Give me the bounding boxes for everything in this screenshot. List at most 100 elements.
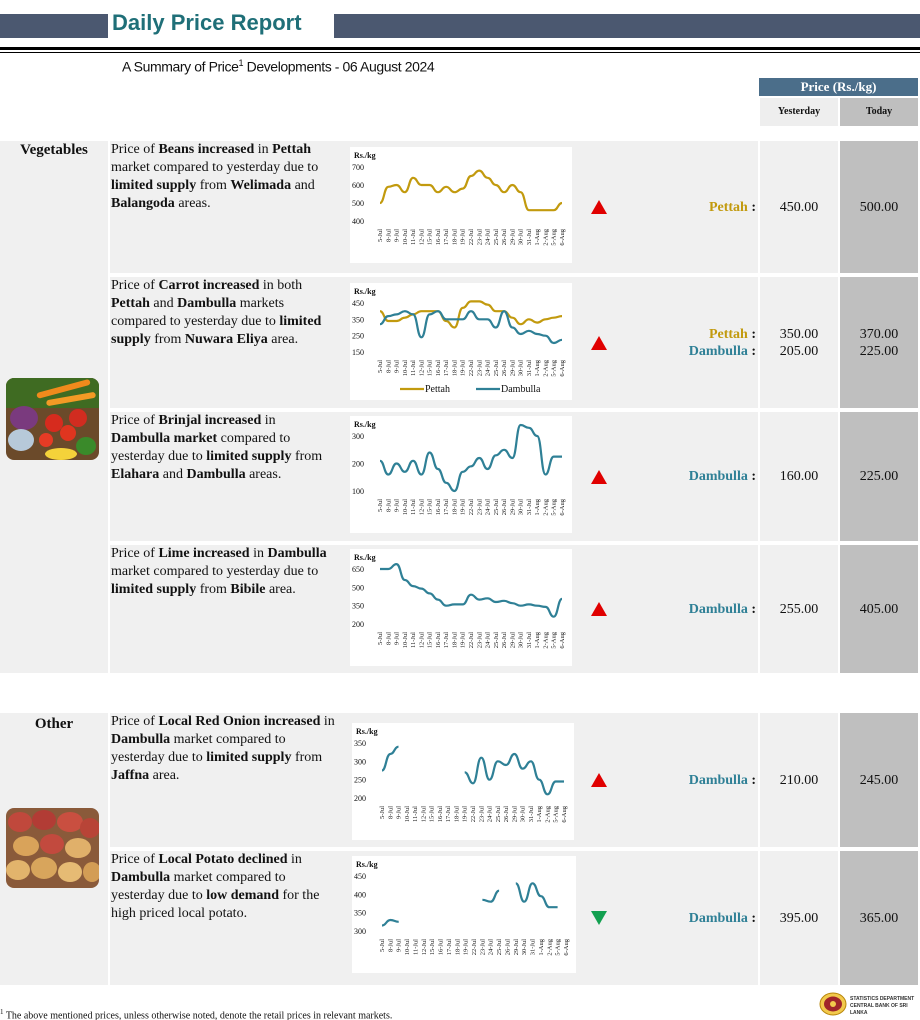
y-tick-label: 200 <box>352 460 364 469</box>
x-tick-label: 22-Jul <box>471 939 478 955</box>
x-tick-label: 6-Aug <box>559 228 566 245</box>
x-tick-label: 5-Aug <box>551 631 558 648</box>
desc-bold-text: Beans increased <box>158 142 255 157</box>
desc-bold-text: limited supply <box>111 582 197 597</box>
series-line-dambulla <box>515 882 558 909</box>
desc-bold-text: Elahara <box>111 467 160 482</box>
yesterday-cell: 350.00 205.00 <box>760 277 838 408</box>
x-tick-label: 10-Jul <box>402 499 409 515</box>
yesterday-price: 210.00 <box>779 772 819 788</box>
x-tick-label: 19-Jul <box>463 939 470 955</box>
x-tick-label: 19-Jul <box>460 499 467 515</box>
x-tick-label: 29-Jul <box>509 360 516 376</box>
y-tick-label: 350 <box>354 909 366 918</box>
x-tick-label: 18-Jul <box>451 499 458 515</box>
x-tick-label: 22-Jul <box>468 229 475 245</box>
price-column-header: Price (Rs./kg) <box>759 78 918 96</box>
x-tick-label: 2-Aug <box>542 228 549 245</box>
desc-bold-text: Nuwara Eliya <box>184 332 268 347</box>
x-tick-label: 31-Jul <box>526 229 533 245</box>
series-line-dambulla <box>482 889 500 903</box>
x-tick-label: 6-Aug <box>559 498 566 515</box>
x-tick-label: 17-Jul <box>443 632 450 648</box>
x-tick-label: 15-Jul <box>429 939 436 955</box>
desc-text: and <box>159 467 187 482</box>
line-chart: Rs./kg2002503003505-Jul 8-Jul 9-Jul 10-Jul 1… <box>354 727 568 823</box>
x-tick-label: 18-Jul <box>453 806 460 822</box>
x-tick-label: 24-Jul <box>487 806 494 822</box>
desc-text: market compared to yesterday due to <box>111 564 319 579</box>
x-tick-label: 16-Jul <box>435 632 442 648</box>
y-tick-label: 450 <box>354 872 366 881</box>
category-label-other: Other <box>34 716 74 732</box>
desc-text: in <box>261 413 276 428</box>
market-label: Dambulla <box>688 469 748 484</box>
category-label-vegetables: Vegetables <box>20 142 88 158</box>
desc-bold-text: Local Red Onion increased <box>158 714 321 729</box>
x-tick-label: 25-Jul <box>493 360 500 376</box>
y-tick-label: 350 <box>352 315 364 324</box>
y-tick-label: 250 <box>354 776 366 785</box>
price-chart: Rs./kg 100 200 300 5-Jul 8-Jul 9-Jul 10-Jul 11-J… <box>350 416 572 533</box>
x-tick-label: 24-Jul <box>485 360 492 376</box>
today-price: 225.00 <box>859 343 899 359</box>
desc-text: in <box>287 852 302 867</box>
x-tick-label: 30-Jul <box>518 229 525 245</box>
line-chart: Rs./kg1502503504505-Jul 8-Jul 9-Jul 10-Jul 1… <box>352 287 566 395</box>
x-tick-label: 8-Jul <box>385 360 392 373</box>
market-label: Dambulla <box>688 772 748 788</box>
y-axis-label: Rs./kg <box>354 420 376 429</box>
x-tick-label: 5-Jul <box>379 806 386 819</box>
x-tick-label: 29-Jul <box>509 632 516 648</box>
yesterday-price: 350.00 <box>779 326 819 342</box>
x-tick-label: 18-Jul <box>451 229 458 245</box>
series-line-pettah <box>379 300 563 329</box>
price-row: Price of Local Red Onion increased in Da… <box>110 713 758 847</box>
y-tick-label: 500 <box>352 583 364 592</box>
x-tick-label: 11-Jul <box>410 360 417 376</box>
desc-bold-text: low demand <box>206 888 279 903</box>
x-tick-label: 15-Jul <box>427 360 434 376</box>
today-price: 370.00 <box>859 326 899 342</box>
x-tick-label: 22-Jul <box>468 632 475 648</box>
x-tick-label: 31-Jul <box>526 632 533 648</box>
row-description: Price of Lime increased in Dambulla mark… <box>111 545 336 599</box>
desc-bold-text: limited supply <box>206 750 292 765</box>
x-tick-label: 1-Aug <box>534 228 541 245</box>
x-tick-label: 8-Jul <box>387 806 394 819</box>
x-tick-label: 17-Jul <box>443 360 450 376</box>
x-tick-label: 29-Jul <box>509 229 516 245</box>
x-tick-label: 25-Jul <box>493 632 500 648</box>
subtitle-middle: Developments - <box>243 58 343 75</box>
desc-text: Price of <box>111 142 159 157</box>
y-axis-label: Rs./kg <box>354 553 376 562</box>
x-tick-label: 12-Jul <box>421 939 428 955</box>
desc-bold-text: Carrot increased <box>158 278 260 293</box>
x-tick-label: 26-Jul <box>501 360 508 376</box>
yesterday-cell: 210.00 <box>760 713 838 847</box>
x-tick-label: 19-Jul <box>460 360 467 376</box>
price-chart: Rs./kg 150 250 350 450 5-Jul 8-Jul 9-Jul 10-Jul 1… <box>350 283 572 400</box>
x-tick-label: 8-Jul <box>385 632 392 645</box>
desc-text: Price of <box>111 546 159 561</box>
x-tick-label: 9-Jul <box>394 360 401 373</box>
x-tick-label: 12-Jul <box>418 229 425 245</box>
series-line-dambulla <box>379 563 563 618</box>
x-tick-label: 10-Jul <box>402 229 409 245</box>
desc-bold-text: Pettah <box>111 296 150 311</box>
x-tick-label: 10-Jul <box>404 939 411 955</box>
x-tick-label: 2-Aug <box>542 631 549 648</box>
subtitle-prefix: A Summary of Price <box>122 58 239 75</box>
desc-bold-text: Dambulla <box>111 732 171 747</box>
vegetables-photo-icon <box>6 378 99 460</box>
x-tick-label: 15-Jul <box>429 806 436 822</box>
x-tick-label: 19-Jul <box>460 632 467 648</box>
x-tick-label: 5-Jul <box>377 360 384 373</box>
x-tick-label: 9-Jul <box>394 499 401 512</box>
desc-text: and <box>149 296 178 311</box>
x-tick-label: 17-Jul <box>445 806 452 822</box>
today-cell: 370.00 225.00 <box>840 277 918 408</box>
x-tick-label: 11-Jul <box>410 229 417 245</box>
row-description: Price of Beans increased in Pettah marke… <box>111 141 336 213</box>
x-tick-label: 24-Jul <box>485 632 492 648</box>
